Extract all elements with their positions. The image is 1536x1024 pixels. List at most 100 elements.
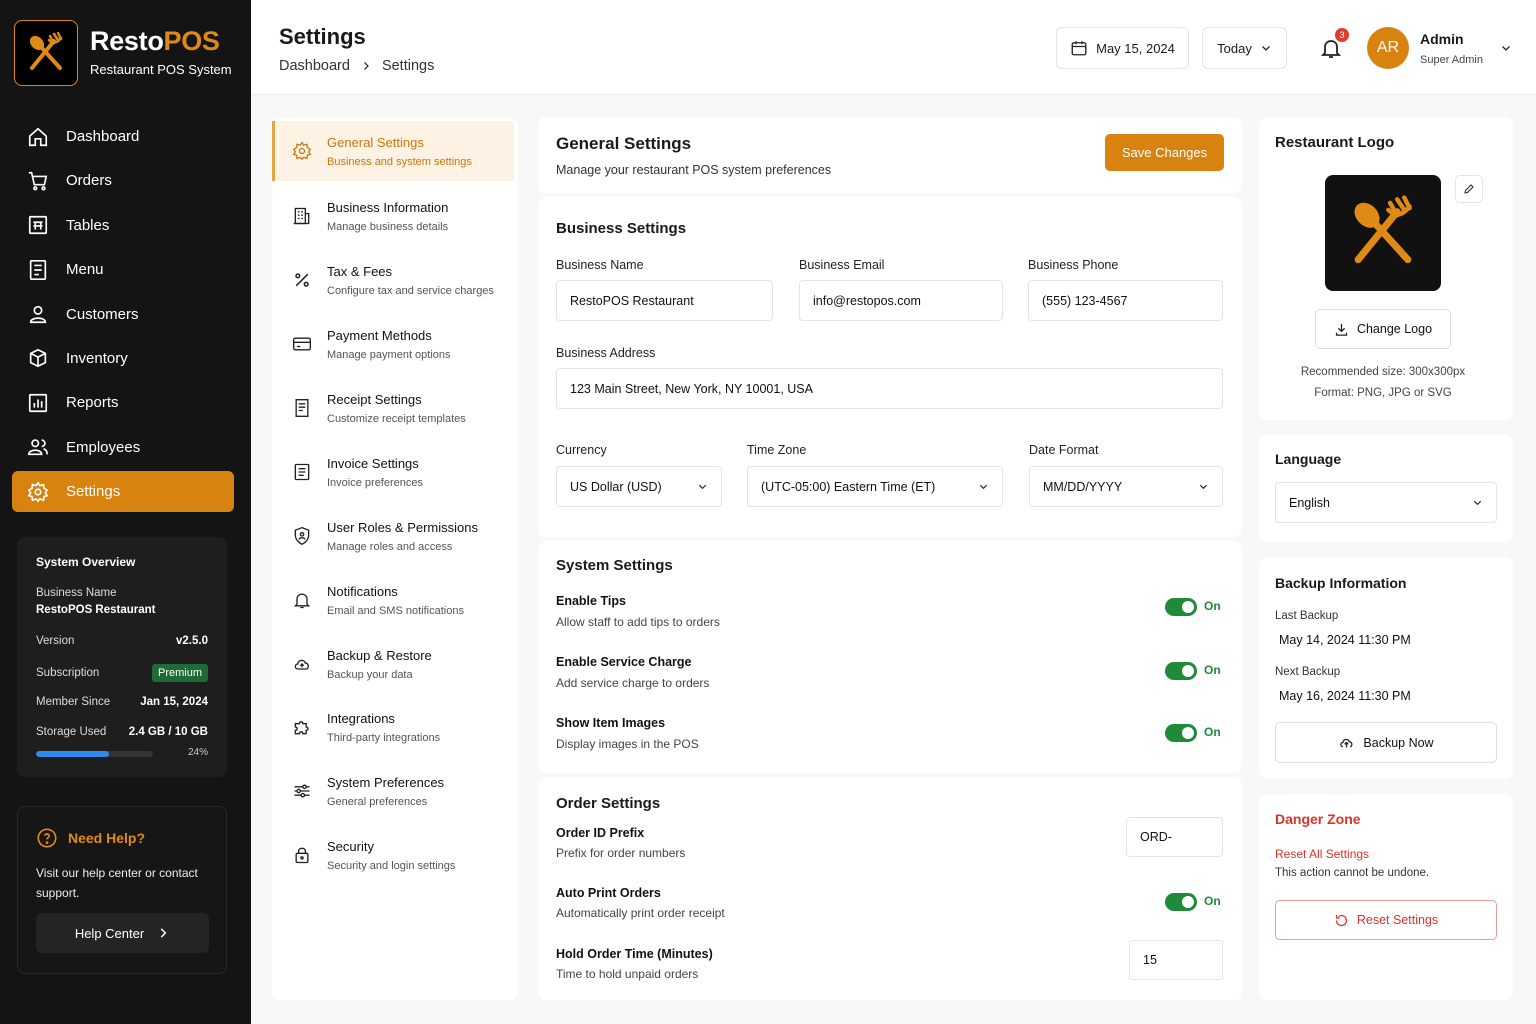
user-name: Admin bbox=[1420, 31, 1464, 47]
reset-settings-label: Reset Settings bbox=[1356, 913, 1439, 927]
settings-menu-tax[interactable]: Tax & Fees Configure tax and service char… bbox=[272, 250, 514, 310]
date-format-select[interactable]: MM/DD/YYYY bbox=[1029, 466, 1223, 507]
settings-menu-general[interactable]: General Settings Business and system sett… bbox=[272, 121, 514, 181]
chevron-right-icon bbox=[160, 928, 167, 938]
question-circle-icon bbox=[37, 828, 57, 848]
reset-all-link[interactable]: Reset All Settings bbox=[1275, 847, 1369, 861]
danger-title: Danger Zone bbox=[1275, 811, 1361, 827]
settings-menu-invoice[interactable]: Invoice Settings Invoice preferences bbox=[272, 442, 514, 502]
auto-print-title: Auto Print Orders bbox=[556, 886, 661, 900]
hold-time-input[interactable]: 15 bbox=[1129, 940, 1223, 980]
premium-badge: Premium bbox=[151, 664, 208, 682]
nav-label: Reports bbox=[66, 394, 119, 412]
home-icon bbox=[26, 125, 50, 149]
settings-menu-notifications[interactable]: Notifications Email and SMS notifications bbox=[272, 570, 514, 630]
auto-print-state: On bbox=[1204, 894, 1221, 908]
language-select[interactable]: English bbox=[1275, 482, 1497, 523]
settings-menu-integrations[interactable]: Integrations Third-party integrations bbox=[272, 697, 514, 757]
change-logo-button[interactable]: Change Logo bbox=[1315, 309, 1451, 349]
pencil-icon bbox=[1464, 184, 1474, 194]
sidebar: RestoPOS Restaurant POS System Dashboard… bbox=[0, 0, 251, 1024]
nav-item-orders[interactable]: Orders bbox=[12, 160, 234, 201]
settings-menu-preferences[interactable]: System Preferences General preferences bbox=[272, 761, 514, 821]
nav-item-menu[interactable]: Menu bbox=[12, 249, 234, 290]
breadcrumb-dashboard[interactable]: Dashboard bbox=[279, 58, 350, 74]
menu-item-sub: Configure tax and service charges bbox=[327, 285, 494, 297]
settings-menu-backup[interactable]: Backup & Restore Backup your data bbox=[272, 634, 514, 694]
auto-print-toggle[interactable] bbox=[1165, 893, 1197, 911]
member-since-label: Member Since bbox=[36, 696, 111, 708]
reset-settings-button[interactable]: Reset Settings bbox=[1275, 900, 1497, 940]
general-subtitle: Manage your restaurant POS system prefer… bbox=[556, 163, 832, 177]
order-prefix-sub: Prefix for order numbers bbox=[556, 846, 686, 860]
service-charge-toggle[interactable] bbox=[1165, 662, 1197, 680]
business-address-input[interactable]: 123 Main Street, New York, NY 10001, USA bbox=[556, 368, 1223, 409]
storage-progress-fill bbox=[36, 751, 109, 757]
menu-item-title: Backup & Restore bbox=[327, 648, 432, 663]
order-prefix-input[interactable]: ORD- bbox=[1126, 817, 1223, 857]
menu-item-sub: Manage business details bbox=[327, 221, 449, 233]
nav-item-inventory[interactable]: Inventory bbox=[12, 338, 234, 379]
nav-label: Tables bbox=[66, 216, 110, 234]
gear-icon bbox=[26, 480, 50, 504]
settings-menu-receipt[interactable]: Receipt Settings Customize receipt templa… bbox=[272, 378, 514, 438]
cloud-icon bbox=[294, 659, 309, 670]
edit-logo-button[interactable] bbox=[1455, 175, 1483, 203]
backup-title: Backup Information bbox=[1275, 575, 1407, 591]
page-title: Settings bbox=[279, 24, 366, 49]
order-prefix-title: Order ID Prefix bbox=[556, 826, 645, 840]
breadcrumb: Dashboard Settings bbox=[279, 58, 434, 74]
range-select[interactable]: Today bbox=[1202, 27, 1287, 69]
menu-item-title: Invoice Settings bbox=[327, 456, 419, 471]
timezone-label: Time Zone bbox=[747, 443, 807, 457]
brand-subtitle: Restaurant POS System bbox=[90, 62, 232, 77]
save-changes-button[interactable]: Save Changes bbox=[1105, 134, 1224, 171]
timezone-select[interactable]: (UTC-05:00) Eastern Time (ET) bbox=[747, 466, 1003, 507]
nav-item-reports[interactable]: Reports bbox=[12, 382, 234, 423]
nav-item-settings[interactable]: Settings bbox=[12, 471, 234, 513]
menu-item-sub: Email and SMS notifications bbox=[327, 605, 464, 617]
business-settings-card: Business Settings Business Name Business… bbox=[538, 197, 1242, 537]
business-name-label: Business Name bbox=[36, 587, 117, 599]
menu-item-sub: Manage payment options bbox=[327, 349, 451, 361]
settings-menu-security[interactable]: Security Security and login settings bbox=[272, 825, 514, 885]
nav-label: Menu bbox=[66, 261, 104, 279]
help-center-button[interactable]: Help Center bbox=[36, 913, 209, 953]
storage-percent: 24% bbox=[187, 747, 208, 758]
nav-item-employees[interactable]: Employees bbox=[12, 427, 234, 468]
business-name-input[interactable]: RestoPOS Restaurant bbox=[556, 280, 773, 321]
nav-item-customers[interactable]: Customers bbox=[12, 294, 234, 335]
help-title: Need Help? bbox=[36, 827, 208, 849]
danger-zone-card: Danger Zone Reset All Settings This acti… bbox=[1259, 794, 1513, 1000]
enable-tips-title: Enable Tips bbox=[556, 594, 626, 608]
top-bar: Settings Dashboard Settings May 15, 2024… bbox=[251, 0, 1536, 95]
system-settings-card: System Settings Enable Tips Allow staff … bbox=[538, 541, 1242, 773]
currency-select[interactable]: US Dollar (USD) bbox=[556, 466, 722, 507]
help-text: Visit our help center or contact support… bbox=[36, 866, 198, 900]
business-email-input[interactable]: info@restopos.com bbox=[799, 280, 1003, 321]
general-title: General Settings bbox=[556, 134, 692, 153]
timezone-value: (UTC-05:00) Eastern Time (ET) bbox=[761, 479, 936, 494]
nav-item-dashboard[interactable]: Dashboard bbox=[12, 116, 234, 157]
help-card: Need Help? Visit our help center or cont… bbox=[17, 806, 227, 974]
system-section-title: System Settings bbox=[556, 557, 673, 574]
enable-tips-toggle[interactable] bbox=[1165, 598, 1197, 616]
settings-menu-roles[interactable]: User Roles & Permissions Manage roles and… bbox=[272, 506, 514, 566]
business-phone-input[interactable]: (555) 123-4567 bbox=[1028, 280, 1223, 321]
backup-now-button[interactable]: Backup Now bbox=[1275, 722, 1497, 763]
date-picker[interactable]: May 15, 2024 bbox=[1056, 27, 1189, 69]
order-prefix-value: ORD- bbox=[1140, 830, 1172, 844]
chevron-down-icon bbox=[1502, 46, 1510, 51]
order-section-title: Order Settings bbox=[556, 795, 661, 812]
restaurant-logo-image bbox=[1325, 175, 1441, 291]
business-name-value: RestoPOS Restaurant bbox=[570, 293, 694, 308]
nav-item-tables[interactable]: Tables bbox=[12, 205, 234, 246]
item-images-toggle[interactable] bbox=[1165, 724, 1197, 742]
settings-menu-payment[interactable]: Payment Methods Manage payment options bbox=[272, 314, 514, 374]
user-menu-toggle[interactable] bbox=[1500, 42, 1512, 54]
danger-warning: This action cannot be undone. bbox=[1275, 867, 1430, 879]
report-icon bbox=[26, 391, 50, 415]
settings-menu-business[interactable]: Business Information Manage business deta… bbox=[272, 186, 514, 246]
version-value: v2.5.0 bbox=[176, 635, 208, 647]
avatar[interactable]: AR bbox=[1367, 27, 1409, 69]
